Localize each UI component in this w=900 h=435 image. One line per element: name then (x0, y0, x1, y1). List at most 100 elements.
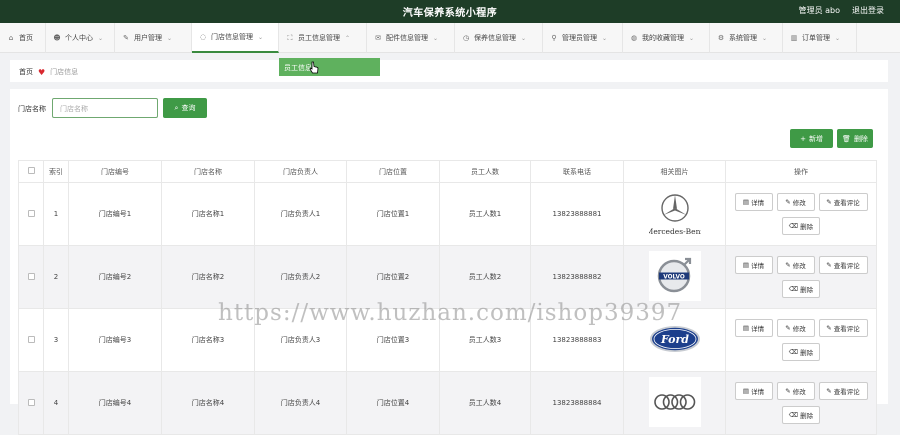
edit-button-label: 修改 (792, 199, 806, 207)
chevron-down-icon: ⌄ (433, 34, 439, 42)
edit-icon: ✎ (826, 198, 832, 206)
nav-item-admins[interactable]: ⚲ 管理员管理 ⌄ (543, 23, 623, 53)
column-header: 操作 (725, 160, 877, 183)
edit-icon: ✎ (785, 324, 791, 332)
user-icon: ☻ (53, 34, 61, 42)
nav-item-stores[interactable]: ◌ 门店信息管理 ⌄ (192, 23, 279, 53)
edit-button[interactable]: ✎ 修改 (776, 319, 815, 337)
view-reviews-button[interactable]: ✎ 查看评论 (818, 256, 868, 274)
cell-actions: ▤ 详情 ✎ 修改 ✎ 查看评论 ⌫ 删除 (725, 371, 877, 435)
detail-button[interactable]: ▤ 详情 (734, 382, 773, 400)
column-header: 门店编号 (68, 160, 162, 183)
view-reviews-button[interactable]: ✎ 查看评论 (818, 319, 868, 337)
cell-store-name: 门店名称1 (161, 182, 255, 246)
home-icon: ⌂ (8, 34, 14, 42)
nav-item-label: 系统管理 (729, 34, 757, 42)
reviews-button-label: 查看评论 (833, 262, 860, 270)
chevron-down-icon: ⌄ (167, 34, 173, 42)
watermark: https://www.huzhan.com/ishop39397 (218, 300, 683, 326)
edit-button[interactable]: ✎ 修改 (776, 193, 815, 211)
logout-link[interactable]: 退出登录 (852, 5, 884, 16)
nav-item-favorites[interactable]: ◍ 我的收藏管理 ⌄ (623, 23, 710, 53)
store-table: 索引 门店编号 门店名称 门店负责人 门店位置 员工人数 联系电话 相关图片 操… (18, 160, 877, 435)
edit-button[interactable]: ✎ 修改 (776, 256, 815, 274)
nav-item-system[interactable]: ⚙ 系统管理 ⌄ (710, 23, 783, 53)
edit-icon: ✎ (826, 387, 832, 395)
cell-store-no: 门店编号1 (68, 182, 162, 246)
nav-item-staff[interactable]: ⛶ 员工信息管理 ⌃ (279, 23, 367, 53)
cell-index: 1 (43, 182, 69, 246)
favorite-icon: ◍ (630, 34, 638, 42)
gear-icon: ⚙ (717, 34, 725, 42)
nav-item-label: 配件信息管理 (386, 34, 428, 42)
nav-item-orders[interactable]: ▥ 订单管理 ⌄ (783, 23, 857, 53)
row-delete-button[interactable]: ⌫ 删除 (782, 217, 820, 235)
row-checkbox[interactable] (27, 335, 35, 343)
edit-icon: ✎ (826, 324, 832, 332)
cell-image: Mercedes-Benz (623, 182, 726, 246)
select-all-cell[interactable] (18, 160, 44, 183)
detail-button[interactable]: ▤ 详情 (734, 193, 773, 211)
nav-item-maintenance[interactable]: ◷ 保养信息管理 ⌄ (455, 23, 543, 53)
cell-store-no: 门店编号3 (68, 308, 162, 372)
view-reviews-button[interactable]: ✎ 查看评论 (818, 193, 868, 211)
nav-item-label: 订单管理 (802, 34, 830, 42)
row-select-cell[interactable] (18, 371, 44, 435)
plus-icon: + (800, 134, 806, 143)
breadcrumb-home[interactable]: 首页 (19, 67, 33, 77)
row-delete-button-label: 删除 (800, 223, 814, 231)
row-select-cell[interactable] (18, 308, 44, 372)
nav-item-users[interactable]: ✎ 用户管理 ⌄ (115, 23, 192, 53)
cell-manager: 门店负责人1 (254, 182, 347, 246)
row-select-cell[interactable] (18, 245, 44, 309)
doc-icon: ▤ (742, 261, 750, 269)
doc-icon: ▤ (742, 198, 750, 206)
chevron-down-icon: ⌄ (521, 34, 527, 42)
chevron-down-icon: ⌄ (602, 34, 608, 42)
add-button[interactable]: + 新增 (790, 129, 833, 148)
nav-item-profile[interactable]: ☻ 个人中心 ⌄ (46, 23, 115, 53)
view-reviews-button[interactable]: ✎ 查看评论 (818, 382, 868, 400)
nav-item-home[interactable]: ⌂ 首页 (0, 23, 46, 53)
row-delete-button[interactable]: ⌫ 删除 (782, 343, 820, 361)
edit-icon: ✎ (785, 387, 791, 395)
cell-location: 门店位置4 (346, 371, 440, 435)
search-input[interactable]: 门店名称 (52, 98, 158, 118)
cell-manager: 门店负责人4 (254, 371, 347, 435)
trash-icon: ⌫ (788, 411, 799, 419)
cell-actions: ▤ 详情 ✎ 修改 ✎ 查看评论 ⌫ 删除 (725, 245, 877, 309)
row-checkbox[interactable] (27, 209, 35, 217)
content-panel: 门店名称 门店名称 ⌕ 查询 + 新增 🗑 删除 索引 门店编号 门店名称 门店… (10, 89, 888, 435)
detail-button[interactable]: ▤ 详情 (734, 256, 773, 274)
edit-button[interactable]: ✎ 修改 (776, 382, 815, 400)
detail-button[interactable]: ▤ 详情 (734, 319, 773, 337)
detail-button-label: 详情 (751, 325, 765, 333)
reviews-button-label: 查看评论 (833, 388, 860, 396)
breadcrumb: 首页 ♥ 门店信息 (10, 60, 888, 82)
edit-icon: ✎ (123, 34, 129, 42)
dropdown-item-staff-info[interactable]: 员工信息 (279, 58, 380, 76)
circle-icon: ◌ (199, 33, 207, 41)
reviews-button-label: 查看评论 (833, 325, 860, 333)
cell-actions: ▤ 详情 ✎ 修改 ✎ 查看评论 ⌫ 删除 (725, 182, 877, 246)
nav-item-parts[interactable]: ✉ 配件信息管理 ⌄ (367, 23, 455, 53)
row-delete-button-label: 删除 (800, 349, 814, 357)
row-checkbox[interactable] (27, 398, 35, 406)
row-checkbox[interactable] (27, 272, 35, 280)
chevron-down-icon: ⌄ (835, 34, 841, 42)
row-delete-button[interactable]: ⌫ 删除 (782, 280, 820, 298)
table-header-row: 索引 门店编号 门店名称 门店负责人 门店位置 员工人数 联系电话 相关图片 操… (18, 160, 877, 183)
cell-location: 门店位置1 (346, 182, 440, 246)
nav-item-label: 保养信息管理 (474, 34, 516, 42)
search-button[interactable]: ⌕ 查询 (163, 98, 207, 118)
logo-caption: Mercedes-Benz (649, 227, 701, 236)
delete-button[interactable]: 🗑 删除 (837, 129, 873, 148)
cell-staff: 员工人数1 (439, 182, 531, 246)
cell-phone: 13823888884 (530, 371, 624, 435)
row-select-cell[interactable] (18, 182, 44, 246)
mail-icon: ✉ (375, 34, 381, 42)
breadcrumb-current: 门店信息 (50, 68, 79, 76)
select-all-checkbox[interactable] (27, 167, 35, 174)
row-delete-button[interactable]: ⌫ 删除 (782, 406, 820, 424)
column-header: 门店名称 (161, 160, 255, 183)
